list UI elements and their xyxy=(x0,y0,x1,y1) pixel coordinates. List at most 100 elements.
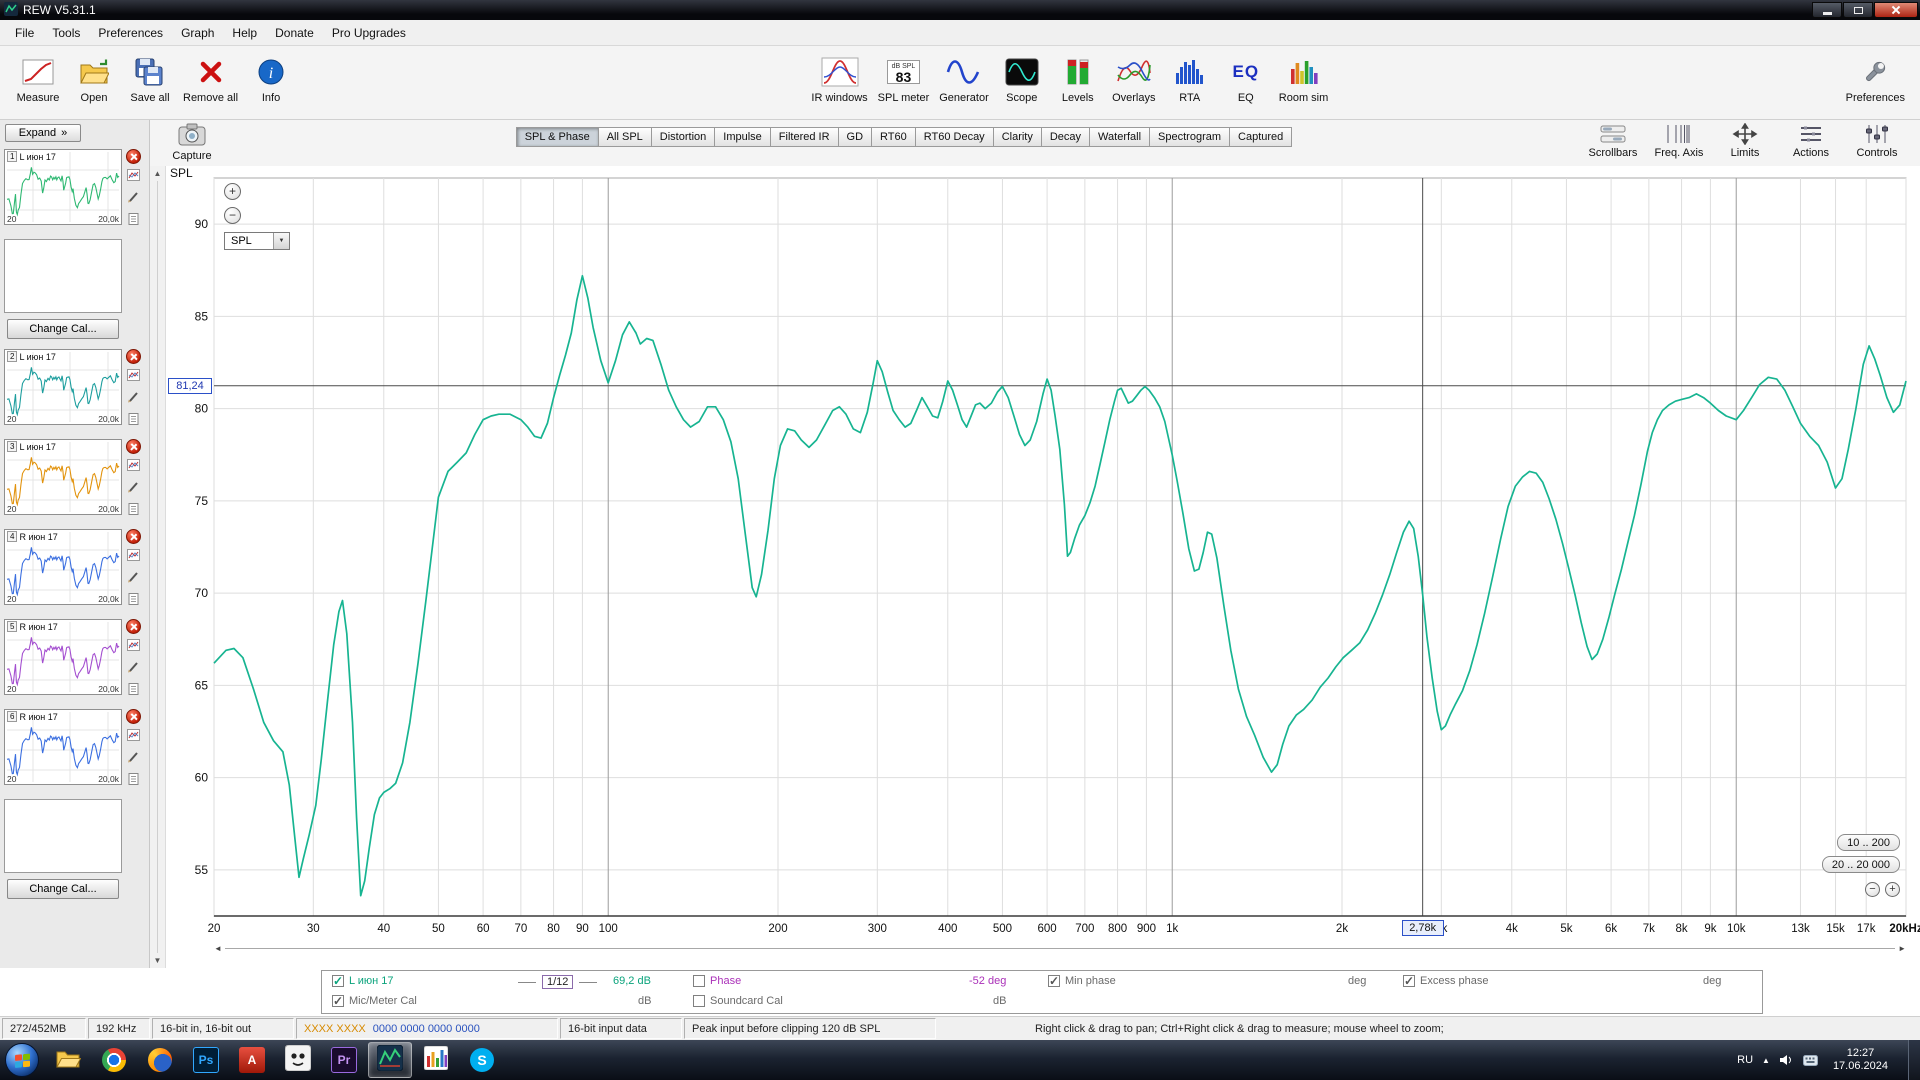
expand-panel-button[interactable]: Expand » xyxy=(5,124,81,142)
edit-pencil-icon[interactable] xyxy=(127,660,140,678)
open-button[interactable]: Open xyxy=(66,48,122,119)
tab-clarity[interactable]: Clarity xyxy=(993,127,1041,147)
trace-options-icon[interactable] xyxy=(127,168,140,186)
room-sim-button[interactable]: Room sim xyxy=(1274,48,1334,119)
edit-pencil-icon[interactable] xyxy=(127,190,140,208)
clock[interactable]: 12:27 17.06.2024 xyxy=(1827,1047,1894,1073)
taskbar-chart-app-button[interactable] xyxy=(414,1042,458,1078)
notes-icon[interactable] xyxy=(127,592,140,610)
measure-button[interactable]: Measure xyxy=(10,48,66,119)
controls-button[interactable]: Controls xyxy=(1844,121,1910,159)
taskbar-rew-button[interactable] xyxy=(368,1042,412,1078)
tab-gd[interactable]: GD xyxy=(838,127,872,147)
close-button[interactable] xyxy=(1874,2,1918,18)
scroll-right-icon[interactable]: ► xyxy=(1898,944,1906,953)
trace-options-icon[interactable] xyxy=(127,638,140,656)
trace-type-select[interactable]: SPL ▼ xyxy=(224,232,290,250)
menu-tools[interactable]: Tools xyxy=(43,22,89,44)
rta-button[interactable]: RTA xyxy=(1162,48,1218,119)
y-zoom-in-button[interactable]: + xyxy=(224,183,241,200)
trace-options-icon[interactable] xyxy=(127,458,140,476)
freq-axis-button[interactable]: Freq. Axis xyxy=(1646,121,1712,159)
h-scrollbar-track[interactable] xyxy=(225,948,1895,949)
trace-checkbox[interactable] xyxy=(332,975,344,987)
scrollbars-button[interactable]: Scrollbars xyxy=(1580,121,1646,159)
spl-chart-canvas[interactable]: 5560657075808590203040506070809010020030… xyxy=(166,166,1920,968)
menu-file[interactable]: File xyxy=(6,22,43,44)
notes-icon[interactable] xyxy=(127,412,140,430)
measurement-thumbnail[interactable]: 3L июн 172020,0k xyxy=(4,439,122,515)
capture-button[interactable]: Capture xyxy=(156,120,228,162)
smoothing-value[interactable]: 1/12 xyxy=(542,975,573,989)
x-zoom-out-button[interactable]: − xyxy=(1865,882,1880,897)
measurement-card[interactable]: 5R июн 172020,0k xyxy=(4,619,149,700)
tab-filtered-ir[interactable]: Filtered IR xyxy=(770,127,838,147)
excess-phase-checkbox[interactable] xyxy=(1403,975,1415,987)
notes-icon[interactable] xyxy=(127,772,140,790)
minimize-button[interactable] xyxy=(1812,2,1842,18)
measurement-thumbnail[interactable]: 6R июн 172020,0k xyxy=(4,709,122,785)
measurement-thumbnail[interactable]: 2L июн 172020,0k xyxy=(4,349,122,425)
tab-impulse[interactable]: Impulse xyxy=(714,127,770,147)
limits-button[interactable]: Limits xyxy=(1712,121,1778,159)
scroll-left-icon[interactable]: ◄ xyxy=(214,944,222,953)
close-measurement-icon[interactable] xyxy=(126,529,141,544)
menu-help[interactable]: Help xyxy=(223,22,266,44)
dropdown-arrow-icon[interactable]: ▼ xyxy=(273,233,289,249)
measurement-thumbnail[interactable]: 1L июн 172020,0k xyxy=(4,149,122,225)
scroll-up-icon[interactable]: ▲ xyxy=(154,169,162,178)
x-zoom-in-button[interactable]: + xyxy=(1885,882,1900,897)
info-button[interactable]: i Info xyxy=(243,48,299,119)
keyboard-icon[interactable] xyxy=(1803,1055,1818,1066)
measurement-card[interactable]: 3L июн 172020,0k xyxy=(4,439,149,520)
trace-options-icon[interactable] xyxy=(127,548,140,566)
taskbar-red-app-button[interactable]: A xyxy=(230,1042,274,1078)
taskbar-premiere-button[interactable]: Pr xyxy=(322,1042,366,1078)
range-20-20000-button[interactable]: 20 .. 20 000 xyxy=(1822,856,1900,873)
tab-rt60-decay[interactable]: RT60 Decay xyxy=(915,127,993,147)
y-zoom-out-button[interactable]: − xyxy=(224,207,241,224)
soundcard-cal-checkbox[interactable] xyxy=(693,995,705,1007)
measurement-thumbnail[interactable]: 4R июн 172020,0k xyxy=(4,529,122,605)
mic-cal-checkbox[interactable] xyxy=(332,995,344,1007)
taskbar-explorer-button[interactable] xyxy=(46,1042,90,1078)
language-indicator[interactable]: RU xyxy=(1737,1054,1753,1066)
measurement-card[interactable]: 2L июн 172020,0k xyxy=(4,349,149,430)
trace-options-icon[interactable] xyxy=(127,368,140,386)
menu-preferences[interactable]: Preferences xyxy=(89,22,172,44)
preferences-button[interactable]: Preferences xyxy=(1841,48,1910,119)
ir-windows-button[interactable]: IR windows xyxy=(806,48,872,119)
taskbar-face-app-button[interactable] xyxy=(276,1042,320,1078)
tab-all-spl[interactable]: All SPL xyxy=(598,127,651,147)
edit-pencil-icon[interactable] xyxy=(127,390,140,408)
measurement-card[interactable]: 4R июн 172020,0k xyxy=(4,529,149,610)
save-all-button[interactable]: Save all xyxy=(122,48,178,119)
measurement-thumbnail[interactable]: 5R июн 172020,0k xyxy=(4,619,122,695)
close-measurement-icon[interactable] xyxy=(126,709,141,724)
remove-all-button[interactable]: Remove all xyxy=(178,48,243,119)
close-measurement-icon[interactable] xyxy=(126,349,141,364)
menu-graph[interactable]: Graph xyxy=(172,22,223,44)
thumbnail-scrollbar[interactable]: ▲ ▼ xyxy=(150,166,166,968)
tab-spl-phase[interactable]: SPL & Phase xyxy=(516,127,598,147)
hidden-icons-icon[interactable]: ▲ xyxy=(1762,1056,1770,1065)
edit-pencil-icon[interactable] xyxy=(127,570,140,588)
change-cal-button[interactable]: Change Cal... xyxy=(7,879,119,899)
change-cal-button[interactable]: Change Cal... xyxy=(7,319,119,339)
generator-button[interactable]: Generator xyxy=(934,48,994,119)
taskbar-chrome-button[interactable] xyxy=(92,1042,136,1078)
notes-icon[interactable] xyxy=(127,682,140,700)
taskbar-photoshop-button[interactable]: Ps xyxy=(184,1042,228,1078)
notes-icon[interactable] xyxy=(127,212,140,230)
levels-button[interactable]: Levels xyxy=(1050,48,1106,119)
close-measurement-icon[interactable] xyxy=(126,149,141,164)
tab-decay[interactable]: Decay xyxy=(1041,127,1089,147)
tab-waterfall[interactable]: Waterfall xyxy=(1089,127,1149,147)
edit-pencil-icon[interactable] xyxy=(127,480,140,498)
overlays-button[interactable]: Overlays xyxy=(1106,48,1162,119)
close-measurement-icon[interactable] xyxy=(126,439,141,454)
scope-button[interactable]: Scope xyxy=(994,48,1050,119)
edit-pencil-icon[interactable] xyxy=(127,750,140,768)
volume-icon[interactable] xyxy=(1779,1054,1794,1066)
notes-icon[interactable] xyxy=(127,502,140,520)
